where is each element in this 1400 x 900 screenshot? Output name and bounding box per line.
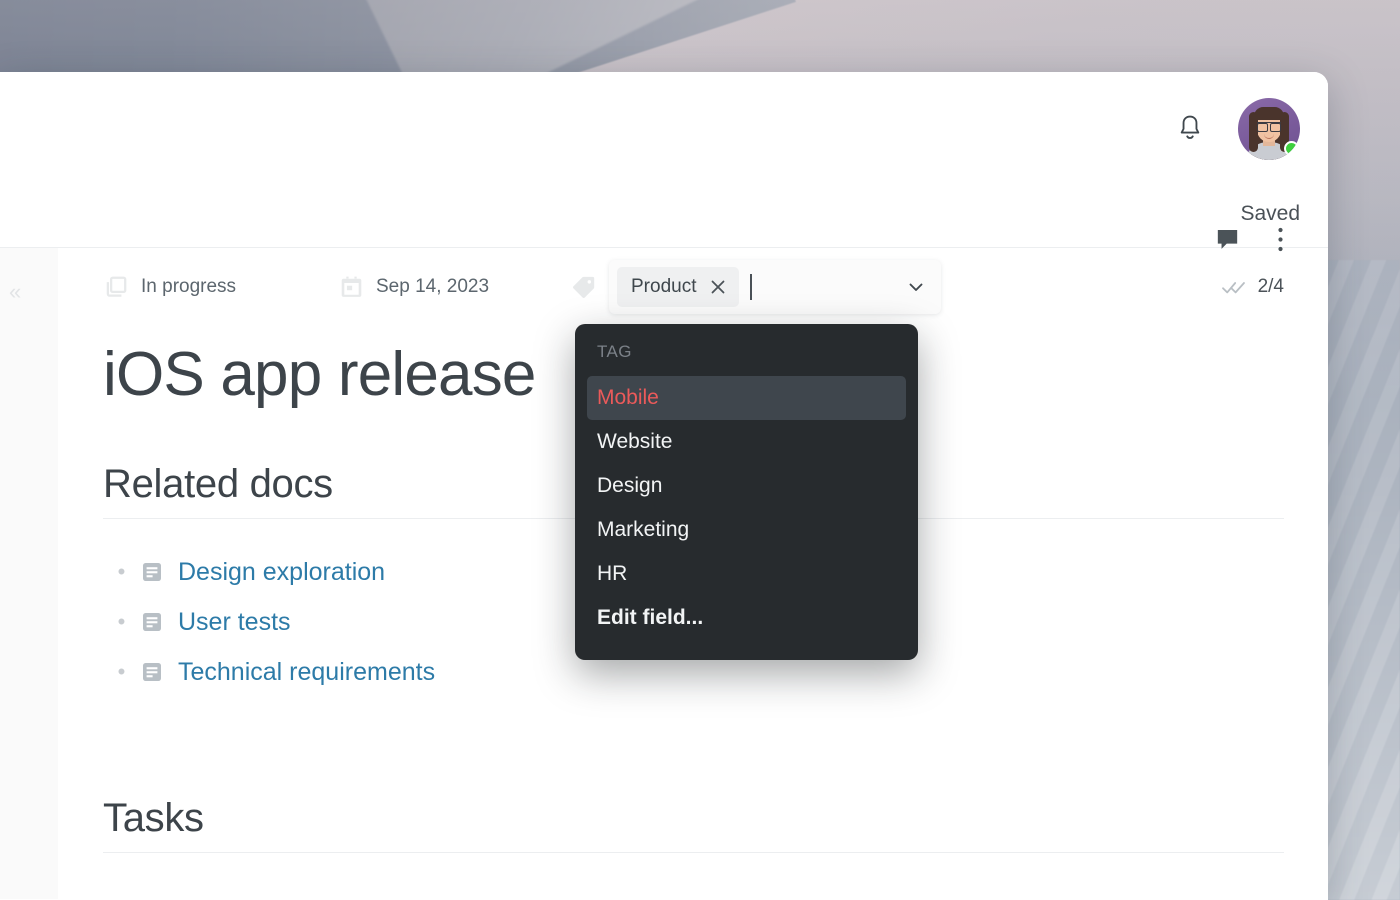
comment-icon[interactable] xyxy=(1214,226,1241,253)
sidebar-rail: « xyxy=(0,248,58,899)
tag-option-marketing[interactable]: Marketing xyxy=(587,508,906,552)
meta-date-label: Sep 14, 2023 xyxy=(376,276,489,298)
tag-icon xyxy=(571,274,597,300)
meta-task-progress[interactable]: 2/4 xyxy=(1221,276,1284,298)
avatar-glasses xyxy=(1257,122,1281,129)
app-header: Saved xyxy=(0,72,1328,248)
copy-stack-icon xyxy=(103,274,129,300)
sidebar-collapse-icon[interactable]: « xyxy=(9,281,19,303)
document-icon xyxy=(140,560,164,584)
tag-dropdown-title: TAG xyxy=(587,342,906,376)
related-doc-link[interactable]: Design exploration xyxy=(178,558,385,587)
meta-status-label: In progress xyxy=(141,276,236,298)
tag-chip-product[interactable]: Product xyxy=(617,267,739,307)
avatar-hair-front xyxy=(1254,107,1284,120)
document-tools xyxy=(1214,226,1284,253)
document-meta-row: In progress Sep 14, 2023 xyxy=(103,248,1284,326)
bullet-icon: • xyxy=(103,561,140,583)
tag-option-edit-field[interactable]: Edit field... xyxy=(587,596,906,640)
status-badge-online xyxy=(1284,141,1299,156)
related-doc-link[interactable]: Technical requirements xyxy=(178,658,435,687)
tag-option-website[interactable]: Website xyxy=(587,420,906,464)
app-body: « In progress xyxy=(0,248,1328,899)
more-vertical-icon[interactable] xyxy=(1277,226,1284,253)
meta-status[interactable]: In progress xyxy=(103,274,339,300)
document-icon xyxy=(140,610,164,634)
meta-date[interactable]: Sep 14, 2023 xyxy=(339,275,571,300)
bullet-icon: • xyxy=(103,611,140,633)
desktop-background: Saved « In progress xyxy=(0,0,1400,900)
tag-dropdown-menu: TAG Mobile Website Design Marketing HR E… xyxy=(575,324,918,660)
tag-input-caret[interactable] xyxy=(750,274,752,300)
chevron-down-icon[interactable] xyxy=(905,276,927,298)
document-pane: In progress Sep 14, 2023 xyxy=(58,248,1328,899)
meta-tag: Product TAG xyxy=(571,260,941,314)
header-actions xyxy=(1176,98,1300,160)
document-icon xyxy=(140,660,164,684)
tag-option-design[interactable]: Design xyxy=(587,464,906,508)
tag-option-mobile[interactable]: Mobile xyxy=(587,376,906,420)
tag-combobox[interactable]: Product xyxy=(609,260,941,314)
section-heading-tasks[interactable]: Tasks xyxy=(103,796,1284,853)
avatar[interactable] xyxy=(1238,98,1300,160)
bell-icon[interactable] xyxy=(1176,114,1204,144)
saved-status-label: Saved xyxy=(1240,202,1300,226)
tag-chip-label: Product xyxy=(631,276,696,298)
app-window: Saved « In progress xyxy=(0,72,1328,900)
tag-option-hr[interactable]: HR xyxy=(587,552,906,596)
calendar-icon xyxy=(339,275,364,300)
bullet-icon: • xyxy=(103,661,140,683)
double-check-icon xyxy=(1221,276,1247,298)
task-progress-label: 2/4 xyxy=(1258,276,1284,298)
close-icon[interactable] xyxy=(709,278,727,296)
related-doc-link[interactable]: User tests xyxy=(178,608,291,637)
